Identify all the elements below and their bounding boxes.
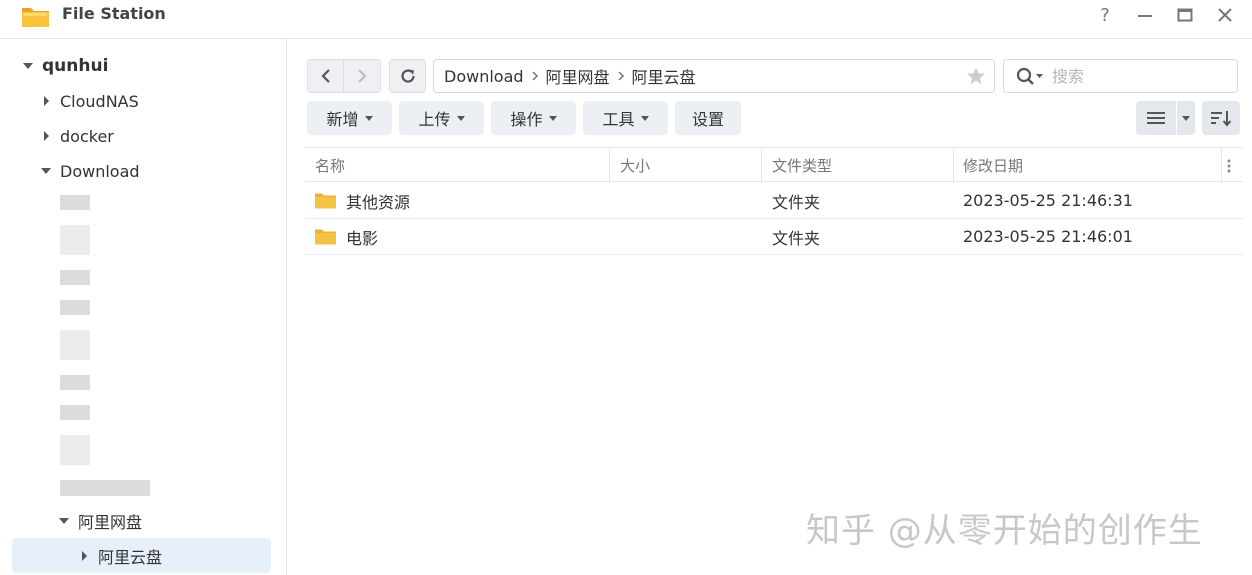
column-divider[interactable] xyxy=(609,148,610,183)
column-header-modified[interactable]: 修改日期 xyxy=(963,148,1023,183)
tree-item-download[interactable]: Download xyxy=(40,156,140,186)
favorite-star-icon[interactable] xyxy=(966,66,986,90)
column-header-size[interactable]: 大小 xyxy=(620,148,650,183)
refresh-button[interactable] xyxy=(389,59,426,93)
list-view-icon xyxy=(1147,112,1165,124)
folder-icon xyxy=(315,183,336,218)
chevron-right-icon xyxy=(531,70,539,82)
redacted-item xyxy=(60,435,90,465)
breadcrumb-item-aliyunpan[interactable]: 阿里云盘 xyxy=(632,64,696,88)
back-button[interactable] xyxy=(307,59,344,93)
upload-button[interactable]: 上传 xyxy=(399,101,484,135)
help-icon: ? xyxy=(1100,4,1110,26)
caret-down-icon xyxy=(364,115,373,121)
maximize-button[interactable] xyxy=(1173,3,1197,27)
redacted-item xyxy=(60,330,90,360)
breadcrumb: Download 阿里网盘 阿里云盘 xyxy=(433,59,995,93)
tree-item-aliwangpan[interactable]: 阿里网盘 xyxy=(58,506,142,536)
chevron-right-icon xyxy=(358,69,367,83)
folder-tree-sidebar: qunhui CloudNAS docker Download 阿里网盘 阿里云… xyxy=(0,39,287,575)
caret-down-icon xyxy=(1182,115,1190,121)
search-box xyxy=(1003,59,1238,93)
redacted-item xyxy=(60,225,90,255)
column-header-type[interactable]: 文件类型 xyxy=(772,148,832,183)
file-station-folder-icon xyxy=(20,2,51,29)
tree-item-label: 阿里网盘 xyxy=(78,513,143,532)
tree-root-qunhui[interactable]: qunhui xyxy=(22,51,108,81)
app-title: File Station xyxy=(62,4,166,23)
button-label: 新增 xyxy=(326,110,359,129)
close-button[interactable] xyxy=(1213,3,1237,27)
chevron-left-icon xyxy=(320,69,330,83)
table-row[interactable]: 其他资源 文件夹 2023-05-25 21:46:31 xyxy=(305,183,1243,219)
action-button[interactable]: 操作 xyxy=(491,101,576,135)
file-table-header: 名称 大小 文件类型 修改日期 xyxy=(305,147,1243,183)
breadcrumb-item-download[interactable]: Download xyxy=(444,67,524,86)
redacted-item xyxy=(60,270,90,285)
column-divider[interactable] xyxy=(1221,148,1222,183)
file-modified: 2023-05-25 21:46:31 xyxy=(963,191,1133,210)
maximize-icon xyxy=(1177,8,1193,22)
tree-item-docker[interactable]: docker xyxy=(40,121,114,151)
redacted-item xyxy=(60,195,90,210)
column-options-icon[interactable] xyxy=(1227,148,1231,183)
folder-icon xyxy=(315,219,336,254)
list-view-button[interactable] xyxy=(1136,101,1176,135)
minimize-icon xyxy=(1138,15,1152,17)
file-modified: 2023-05-25 21:46:01 xyxy=(963,227,1133,246)
button-label: 操作 xyxy=(510,110,543,129)
column-divider[interactable] xyxy=(761,148,762,183)
chevron-right-icon xyxy=(40,130,52,142)
title-bar: File Station ? xyxy=(0,0,1252,39)
column-divider[interactable] xyxy=(953,148,954,183)
tools-button[interactable]: 工具 xyxy=(583,101,668,135)
tree-item-label: Download xyxy=(60,161,140,181)
chevron-down-icon xyxy=(22,60,34,72)
tree-item-aliyunpan[interactable]: 阿里云盘 xyxy=(12,538,271,573)
file-type: 文件夹 xyxy=(772,192,821,212)
redacted-item xyxy=(60,405,90,420)
caret-down-icon xyxy=(640,115,649,121)
search-input[interactable] xyxy=(1050,65,1224,87)
forward-button[interactable] xyxy=(343,59,381,93)
settings-button[interactable]: 设置 xyxy=(675,101,741,135)
table-row[interactable]: 电影 文件夹 2023-05-25 21:46:01 xyxy=(305,219,1243,255)
tree-item-label: CloudNAS xyxy=(60,91,139,111)
watermark-text: 知乎 @从零开始的创作生 xyxy=(806,511,1203,551)
file-name: 其他资源 xyxy=(346,192,411,212)
tree-item-label: docker xyxy=(60,126,114,146)
caret-down-icon xyxy=(548,115,557,121)
chevron-down-icon xyxy=(58,515,70,527)
button-label: 工具 xyxy=(602,110,635,129)
chevron-down-icon xyxy=(40,165,52,177)
button-label: 设置 xyxy=(691,110,724,129)
tree-item-cloudnas[interactable]: CloudNAS xyxy=(40,86,139,116)
tree-item-label: 阿里云盘 xyxy=(98,547,163,567)
sort-icon xyxy=(1211,111,1232,127)
tree-root-label: qunhui xyxy=(42,56,109,76)
chevron-right-icon xyxy=(617,70,625,82)
sort-button[interactable] xyxy=(1202,101,1240,135)
chevron-right-icon xyxy=(78,550,90,562)
redacted-item xyxy=(60,480,150,496)
file-type: 文件夹 xyxy=(772,228,821,248)
close-icon xyxy=(1218,8,1232,22)
file-name: 电影 xyxy=(346,228,379,248)
redacted-item xyxy=(60,375,90,390)
view-mode-dropdown[interactable] xyxy=(1177,101,1195,135)
help-button[interactable]: ? xyxy=(1093,3,1117,27)
column-header-name[interactable]: 名称 xyxy=(315,148,345,183)
minimize-button[interactable] xyxy=(1133,3,1157,27)
create-button[interactable]: 新增 xyxy=(307,101,392,135)
search-icon[interactable] xyxy=(1016,67,1044,85)
refresh-icon xyxy=(400,69,415,83)
chevron-right-icon xyxy=(40,95,52,107)
breadcrumb-item-aliwangpan[interactable]: 阿里网盘 xyxy=(546,64,610,88)
caret-down-icon xyxy=(456,115,465,121)
redacted-item xyxy=(60,300,90,315)
button-label: 上传 xyxy=(418,110,451,129)
